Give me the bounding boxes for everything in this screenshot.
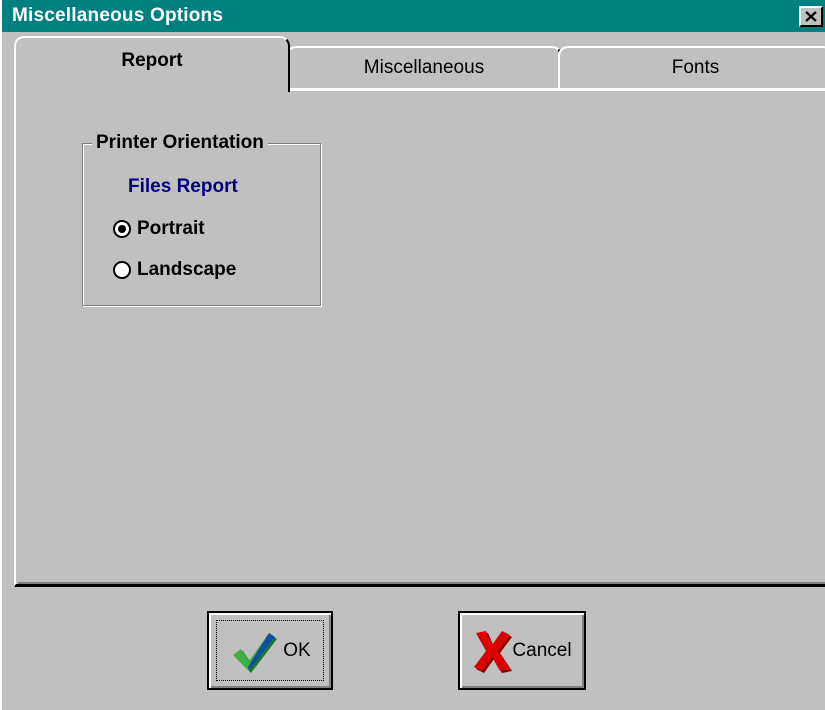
red-x-icon <box>474 630 513 673</box>
checkmark-icon <box>233 632 278 673</box>
tab-fonts-label: Fonts <box>671 57 720 78</box>
close-button[interactable] <box>799 6 823 27</box>
tab-report-label: Report <box>121 50 183 71</box>
tab-miscellaneous[interactable]: Miscellaneous <box>286 46 562 90</box>
title-bar[interactable]: Miscellaneous Options <box>2 0 825 32</box>
close-icon <box>805 11 817 22</box>
tab-report[interactable]: Report <box>14 36 290 92</box>
tab-fonts[interactable]: Fonts <box>558 46 825 90</box>
group-title: Printer Orientation <box>92 132 268 154</box>
ok-button[interactable]: OK <box>207 611 333 690</box>
cancel-button[interactable]: Cancel <box>458 611 586 690</box>
ok-button-label: OK <box>283 639 311 661</box>
tab-miscellaneous-label: Miscellaneous <box>363 57 485 78</box>
panel-shadow <box>18 582 825 584</box>
tab-panel-report <box>14 89 825 587</box>
window-title: Miscellaneous Options <box>12 5 224 26</box>
cancel-button-label: Cancel <box>512 639 572 661</box>
dialog-window: Miscellaneous Options Report Miscellaneo… <box>0 0 825 710</box>
